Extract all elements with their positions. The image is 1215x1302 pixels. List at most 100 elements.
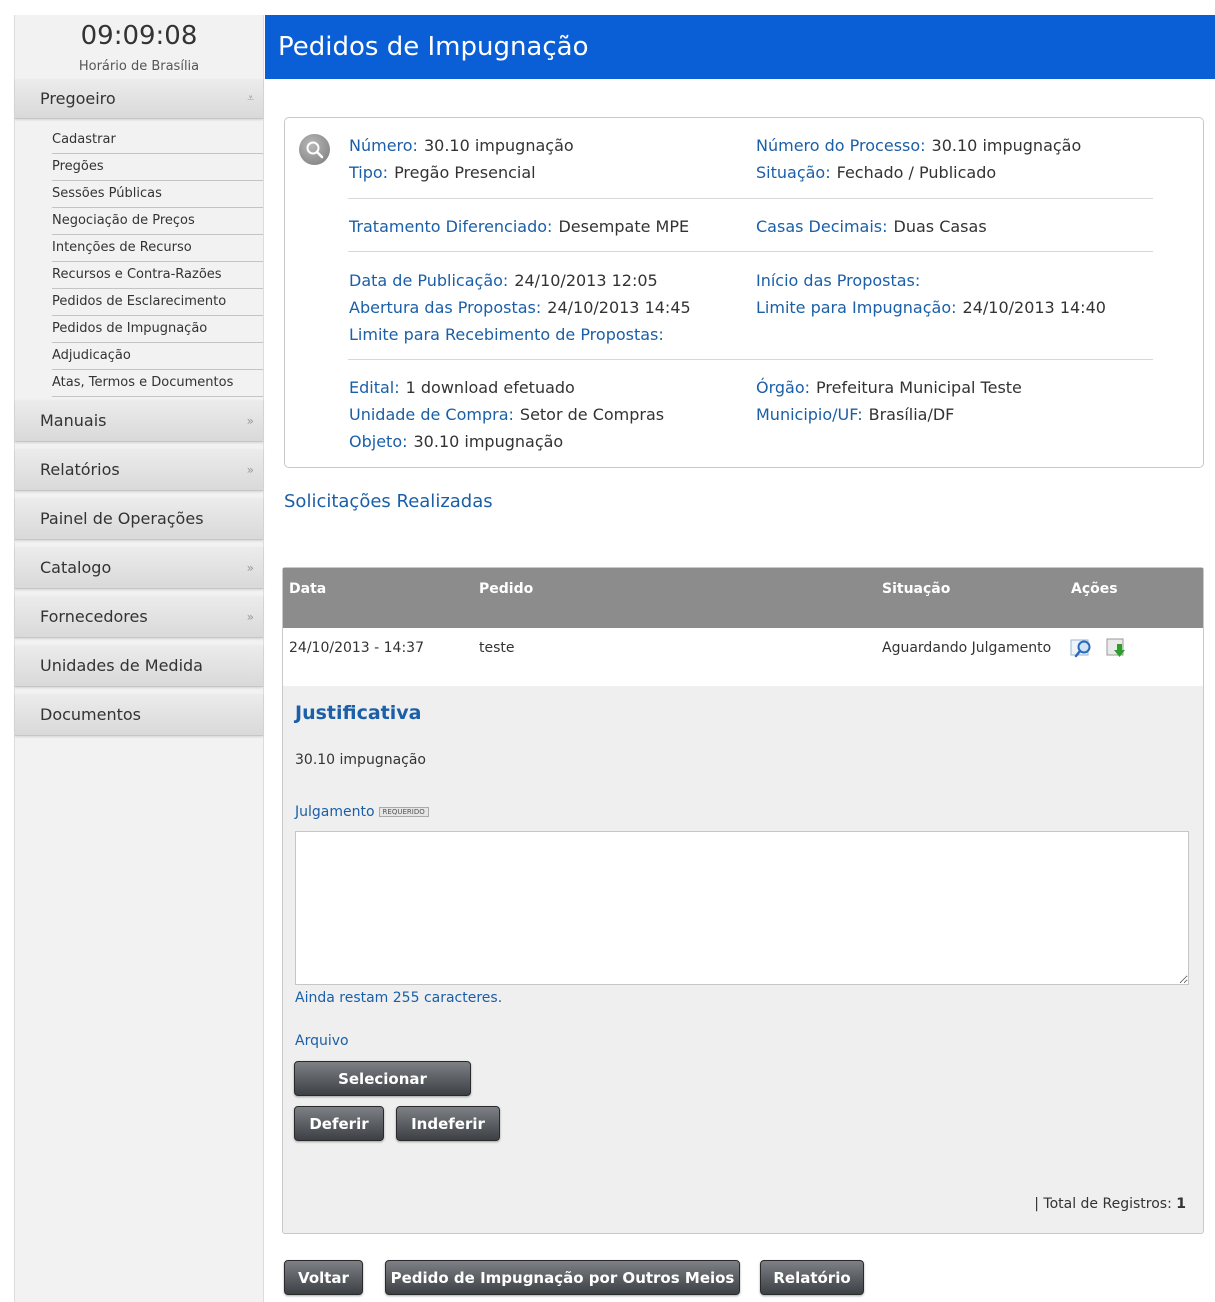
menu-relatorios-label: Relatórios (40, 460, 120, 479)
sidebar-item-atas-termos-documentos[interactable]: Atas, Termos e Documentos (52, 370, 263, 397)
selecionar-button[interactable]: Selecionar (294, 1061, 471, 1096)
chars-remaining: Ainda restam 255 caracteres. (295, 990, 503, 1006)
sidebar-item-pregoes[interactable]: Pregões (52, 154, 263, 181)
sidebar-item-negociacao-precos[interactable]: Negociação de Preços (52, 208, 263, 235)
info-situacao: Situação: Fechado / Publicado (756, 163, 996, 182)
sidebar-item-cadastrar[interactable]: Cadastrar (52, 127, 263, 154)
info-numero-processo-value: 30.10 impugnação (931, 136, 1082, 155)
voltar-button[interactable]: Voltar (284, 1260, 363, 1295)
justificativa-text: 30.10 impugnação (295, 752, 426, 768)
total-records-label: | Total de Registros: (1034, 1196, 1172, 1212)
column-header-acoes: Ações (1071, 581, 1118, 597)
view-icon[interactable] (1070, 637, 1096, 663)
pregoeiro-submenu: Cadastrar Pregões Sessões Públicas Negoc… (15, 122, 263, 400)
menu-catalogo[interactable]: Catalogo » (15, 547, 263, 589)
info-edital-value[interactable]: 1 download efetuado (406, 378, 575, 397)
info-data-publicacao-label: Data de Publicação: (349, 271, 509, 290)
menu-painel-operacoes[interactable]: Painel de Operações (15, 498, 263, 540)
double-chevron-right-icon: » (246, 462, 255, 477)
info-edital: Edital: 1 download efetuado (349, 378, 575, 397)
menu-pregoeiro-label: Pregoeiro (40, 89, 116, 108)
menu-documentos[interactable]: Documentos (15, 694, 263, 736)
info-abertura-propostas: Abertura das Propostas: 24/10/2013 14:45 (349, 298, 691, 317)
info-edital-label: Edital: (349, 378, 400, 397)
menu-painel-operacoes-label: Painel de Operações (40, 509, 204, 528)
menu-relatorios[interactable]: Relatórios » (15, 449, 263, 491)
info-data-publicacao: Data de Publicação: 24/10/2013 12:05 (349, 271, 658, 290)
info-casas-label: Casas Decimais: (756, 217, 888, 236)
relatorio-button[interactable]: Relatório (760, 1260, 864, 1295)
info-municipio-label: Municipio/UF: (756, 405, 863, 424)
cell-pedido: teste (479, 640, 515, 656)
info-tratamento: Tratamento Diferenciado: Desempate MPE (349, 217, 689, 236)
clock-panel: 09:09:08 Horário de Brasília (15, 15, 263, 79)
cell-situacao: Aguardando Julgamento (882, 640, 1052, 656)
info-abertura-label: Abertura das Propostas: (349, 298, 542, 317)
double-chevron-right-icon: » (246, 609, 255, 624)
pedido-outros-meios-button[interactable]: Pedido de Impugnação por Outros Meios (385, 1260, 740, 1295)
menu-catalogo-label: Catalogo (40, 558, 112, 577)
clock-label: Horário de Brasília (78, 59, 200, 74)
info-limite-impugnacao-value: 24/10/2013 14:40 (962, 298, 1106, 317)
sidebar-item-adjudicacao[interactable]: Adjudicação (52, 343, 263, 370)
sidebar-item-pedidos-impugnacao[interactable]: Pedidos de Impugnação (52, 316, 263, 343)
double-chevron-right-icon: » (246, 560, 255, 575)
table-row: 24/10/2013 - 14:37 teste Aguardando Julg… (283, 628, 1203, 686)
justificativa-title: Justificativa (295, 702, 422, 724)
info-limite-recebimento-label: Limite para Recebimento de Propostas: (349, 325, 664, 344)
required-badge: REQUERIDO (378, 807, 429, 817)
divider (348, 251, 1153, 252)
info-objeto-label: Objeto: (349, 432, 408, 451)
cell-data: 24/10/2013 - 14:37 (289, 640, 424, 656)
column-header-situacao: Situação (882, 581, 951, 597)
divider (348, 359, 1153, 360)
menu-manuais[interactable]: Manuais » (15, 400, 263, 442)
info-situacao-value: Fechado / Publicado (836, 163, 997, 182)
sidebar: 09:09:08 Horário de Brasília Pregoeiro ⩡… (14, 15, 264, 1302)
page-title: Pedidos de Impugnação (278, 32, 589, 62)
info-situacao-label: Situação: (756, 163, 831, 182)
info-municipio: Municipio/UF: Brasília/DF (756, 405, 954, 424)
info-orgao-label: Órgão: (756, 378, 811, 397)
menu-fornecedores[interactable]: Fornecedores » (15, 596, 263, 638)
page-header: Pedidos de Impugnação (265, 15, 1215, 79)
process-info-card: Número: 30.10 impugnação Tipo: Pregão Pres… (284, 117, 1204, 468)
info-data-publicacao-value: 24/10/2013 12:05 (514, 271, 658, 290)
julgamento-label: Julgamento REQUERIDO (295, 804, 429, 820)
info-tipo: Tipo: Pregão Presencial (349, 163, 536, 182)
info-limite-impugnacao-label: Limite para Impugnação: (756, 298, 957, 317)
menu-pregoeiro[interactable]: Pregoeiro ⩡ (15, 79, 263, 119)
info-inicio-propostas-label: Início das Propostas: (756, 271, 921, 290)
sidebar-item-pedidos-esclarecimento[interactable]: Pedidos de Esclarecimento (52, 289, 263, 316)
info-unidade-compra-value: Setor de Compras (519, 405, 665, 424)
info-numero-value: 30.10 impugnação (423, 136, 574, 155)
info-orgao: Órgão: Prefeitura Municipal Teste (756, 378, 1022, 397)
info-numero: Número: 30.10 impugnação (349, 136, 574, 155)
menu-unidades-medida[interactable]: Unidades de Medida (15, 645, 263, 687)
sidebar-item-intencoes-recurso[interactable]: Intenções de Recurso (52, 235, 263, 262)
deferir-button[interactable]: Deferir (294, 1106, 384, 1141)
info-inicio-propostas: Início das Propostas: (756, 271, 926, 290)
double-chevron-right-icon: » (246, 413, 255, 428)
clock-time: 09:09:08 (80, 21, 198, 51)
indeferir-button[interactable]: Indeferir (396, 1106, 500, 1141)
table-header: Data Pedido Situação Ações (283, 568, 1203, 628)
info-objeto: Objeto: 30.10 impugnação (349, 432, 563, 451)
info-casas-decimais: Casas Decimais: Duas Casas (756, 217, 987, 236)
info-numero-processo: Número do Processo: 30.10 impugnação (756, 136, 1081, 155)
info-tipo-value: Pregão Presencial (394, 163, 536, 182)
total-records: | Total de Registros: 1 (1034, 1196, 1186, 1212)
sidebar-item-sessoes-publicas[interactable]: Sessões Públicas (52, 181, 263, 208)
info-unidade-compra-label: Unidade de Compra: (349, 405, 514, 424)
divider (348, 198, 1153, 199)
total-records-count: 1 (1176, 1196, 1186, 1212)
julgamento-textarea[interactable] (295, 831, 1189, 985)
double-chevron-down-icon: ⩡ (247, 91, 254, 105)
download-icon[interactable] (1106, 638, 1128, 664)
info-unidade-compra: Unidade de Compra: Setor de Compras (349, 405, 664, 424)
info-abertura-value: 24/10/2013 14:45 (547, 298, 691, 317)
info-numero-processo-label: Número do Processo: (756, 136, 926, 155)
requests-table: Data Pedido Situação Ações 24/10/2013 - … (282, 567, 1204, 1234)
column-header-data: Data (289, 581, 327, 597)
sidebar-item-recursos-contra-razoes[interactable]: Recursos e Contra-Razões (52, 262, 263, 289)
